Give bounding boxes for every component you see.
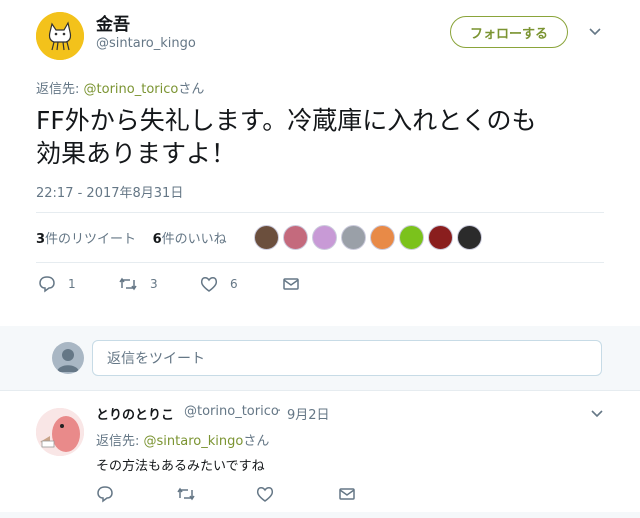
reply-to-handle-link[interactable]: @torino_torico	[84, 82, 179, 97]
reply-action[interactable]	[96, 485, 114, 503]
retweets-stat[interactable]: 3件のリツイート	[36, 232, 136, 247]
likes-stat[interactable]: 6件のいいね	[153, 232, 227, 247]
retweet-count: 3	[150, 277, 158, 291]
reply-author-name[interactable]: とりのとりこ	[96, 404, 174, 423]
reply-date-separator: ·	[277, 404, 282, 419]
tweet-text-line: FF外から失礼します。冷蔵庫に入れとくのも	[36, 106, 537, 135]
reply-suffix: さん	[243, 434, 270, 449]
reply-to-handle-link[interactable]: @sintaro_kingo	[144, 434, 244, 449]
liker-avatar[interactable]	[457, 225, 482, 250]
liker-avatars	[254, 225, 482, 250]
chevron-down-icon[interactable]	[590, 406, 604, 425]
default-user-icon	[57, 349, 79, 372]
author-name[interactable]: 金吾	[96, 10, 130, 35]
divider	[36, 212, 604, 213]
bottom-separator	[0, 512, 640, 518]
tweet-timestamp[interactable]: 22:17 - 2017年8月31日	[36, 182, 183, 201]
reply-count: 1	[68, 277, 76, 291]
tweet-text: FF外から失礼します。冷蔵庫に入れとくのも 効果ありますよ！	[36, 104, 616, 170]
reply-prefix: 返信先:	[36, 82, 84, 97]
like-action[interactable]	[256, 485, 274, 503]
like-action[interactable]: 6	[200, 275, 238, 293]
reply-date[interactable]: 9月2日	[287, 404, 330, 423]
cat-drawing-icon	[36, 12, 84, 60]
author-handle[interactable]: @sintaro_kingo	[96, 36, 196, 51]
heart-icon	[256, 487, 274, 502]
tweet-text-line: 効果ありますよ！	[36, 139, 237, 168]
liker-avatar[interactable]	[428, 225, 453, 250]
dm-action[interactable]	[338, 485, 356, 503]
chevron-down-icon[interactable]	[588, 24, 602, 43]
divider	[0, 390, 640, 391]
like-count: 6	[230, 277, 238, 291]
bird-character-icon	[36, 408, 84, 456]
retweet-action[interactable]: 3	[118, 275, 158, 293]
envelope-icon	[283, 278, 299, 290]
user-avatar	[52, 342, 84, 374]
reply-input[interactable]: 返信をツイート	[92, 340, 602, 376]
reply-author-avatar[interactable]	[36, 408, 84, 456]
retweet-icon	[119, 277, 137, 291]
envelope-icon	[339, 488, 355, 500]
reply-suffix: さん	[178, 82, 205, 97]
tweet-stats: 3件のリツイート 6件のいいね	[36, 228, 227, 247]
liker-avatar[interactable]	[312, 225, 337, 250]
liker-avatar[interactable]	[254, 225, 279, 250]
heart-icon	[200, 277, 218, 292]
divider	[36, 262, 604, 263]
reply-icon	[39, 276, 55, 293]
reply-icon	[97, 486, 113, 503]
reply-prefix: 返信先:	[96, 434, 144, 449]
reply-text: その方法もあるみたいですね	[96, 459, 265, 474]
retweet-action[interactable]	[176, 485, 196, 503]
author-avatar[interactable]	[36, 12, 84, 60]
liker-avatar[interactable]	[341, 225, 366, 250]
liker-avatar[interactable]	[399, 225, 424, 250]
reply-author-handle[interactable]: @torino_torico	[184, 404, 279, 419]
liker-avatar[interactable]	[283, 225, 308, 250]
reply-to-line: 返信先: @torino_toricoさん	[36, 78, 204, 97]
dm-action[interactable]	[282, 275, 300, 293]
liker-avatar[interactable]	[370, 225, 395, 250]
retweet-icon	[177, 487, 195, 501]
reply-to-line: 返信先: @sintaro_kingoさん	[96, 430, 269, 449]
follow-button[interactable]: フォローする	[450, 16, 568, 48]
reply-action[interactable]: 1	[38, 275, 76, 293]
